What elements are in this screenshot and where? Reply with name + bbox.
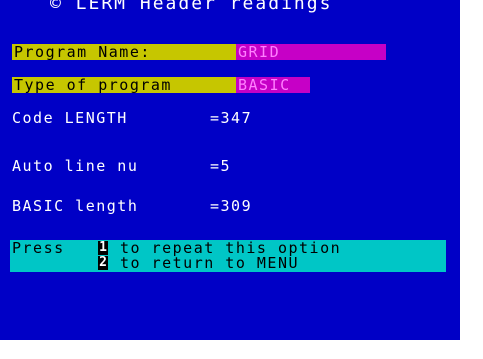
program-name-value: GRID: [236, 44, 386, 60]
key-repeat-option[interactable]: 1: [98, 241, 108, 255]
code-length-label: Code LENGTH: [12, 109, 128, 127]
auto-line-value: =5: [210, 157, 232, 175]
auto-line-label: Auto line nu: [12, 157, 139, 175]
menu-prompt: Press 1 to repeat this option 2 to retur…: [10, 240, 446, 272]
header-title: © LERM Header readings: [50, 0, 333, 14]
basic-length-label: BASIC length: [12, 197, 139, 215]
code-length-value: =347: [210, 109, 253, 127]
press-label: Press: [12, 239, 65, 257]
return-menu-text: to return to MENU: [120, 254, 300, 272]
key-return-menu[interactable]: 2: [98, 256, 108, 270]
program-type-value: BASIC: [236, 77, 310, 93]
program-type-label: Type of program: [12, 77, 236, 93]
program-name-label: Program Name:: [12, 44, 236, 60]
zx-screen: © LERM Header readings Program Name: GRI…: [0, 0, 460, 340]
basic-length-value: =309: [210, 197, 253, 215]
